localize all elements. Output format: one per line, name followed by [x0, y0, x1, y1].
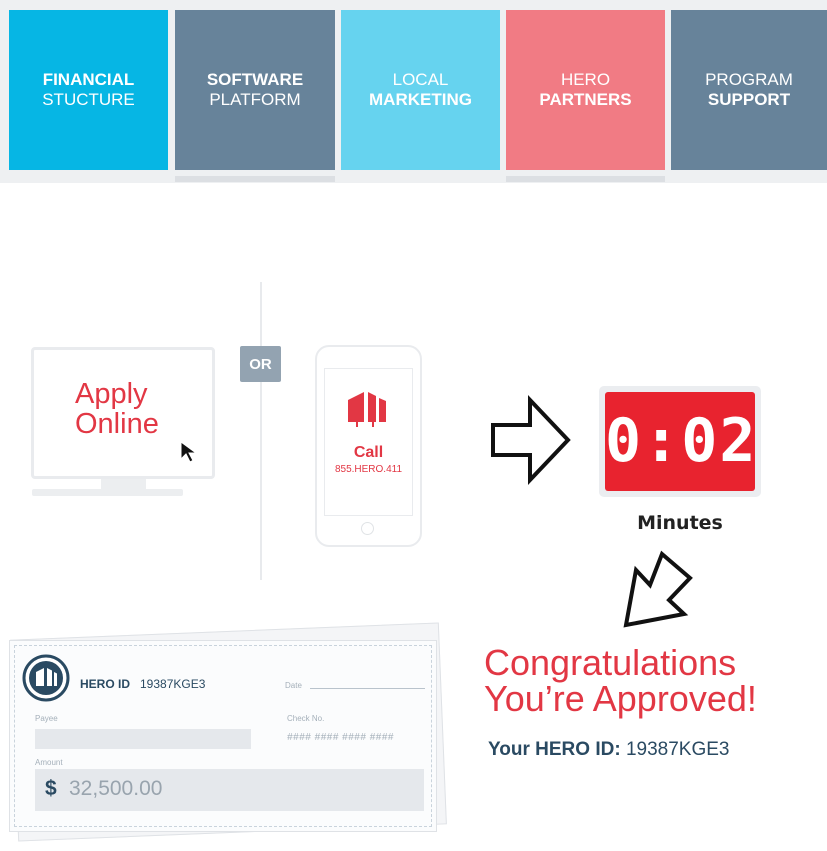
call-number: 855.HERO.411 — [334, 464, 403, 475]
or-badge: OR — [240, 346, 281, 382]
hero-logo-icon — [348, 392, 386, 427]
apply-line1: Apply — [75, 378, 148, 410]
hero-id-label: Your HERO ID: — [488, 739, 621, 760]
check-hero-id-title: HERO ID — [80, 677, 131, 691]
check-hero-id-value: 19387KGE3 — [140, 677, 206, 691]
monitor-base — [32, 489, 183, 496]
your-hero-id: Your HERO ID: 19387KGE3 — [488, 739, 729, 761]
tab-local-line2: MARKETING — [369, 90, 472, 109]
program-nav: FINANCIAL STUCTURE SOFTWARE PLATFORM LOC… — [0, 0, 827, 183]
hero-id-value: 19387KGE3 — [625, 739, 730, 760]
apply-line2: Online — [75, 408, 159, 440]
tab-software-line1: SOFTWARE — [206, 70, 304, 89]
minutes-label: Minutes — [637, 512, 723, 534]
tab-underline-software — [175, 176, 335, 182]
tab-underline-hero — [506, 176, 665, 182]
congratulations-heading: Congratulations You’re Approved! — [484, 645, 814, 717]
congrats-line2: You’re Approved! — [484, 678, 757, 719]
check-amount-label: Amount — [35, 758, 63, 767]
tab-financial-line1: FINANCIAL — [42, 70, 135, 89]
tab-program-line2: SUPPORT — [707, 90, 791, 109]
hero-badge-icon — [22, 654, 70, 702]
monitor-stand — [101, 479, 146, 489]
apply-online-label: Apply Online — [75, 379, 195, 439]
tab-hero-line2: PARTNERS — [539, 90, 632, 109]
tab-hero-line1: HERO — [560, 70, 611, 89]
check-amount-value: 32,500.00 — [69, 777, 163, 800]
phone-home-button — [361, 522, 374, 535]
call-label: Call — [353, 444, 384, 461]
check-number-label: Check No. — [287, 714, 325, 723]
tab-software-platform[interactable]: SOFTWARE PLATFORM — [175, 10, 335, 170]
arrow-right-icon — [491, 395, 571, 485]
tab-local-line1: LOCAL — [392, 70, 449, 89]
tab-program-line1: PROGRAM — [705, 70, 793, 89]
cursor-icon — [180, 441, 198, 463]
arrow-down-left-icon — [623, 550, 693, 628]
check-date-label: Date — [285, 681, 302, 690]
tab-software-line2: PLATFORM — [209, 90, 301, 109]
tab-financial-line2: STUCTURE — [42, 90, 135, 109]
congrats-line1: Congratulations — [484, 642, 737, 683]
tab-program-support[interactable]: PROGRAM SUPPORT — [671, 10, 827, 170]
tab-local-marketing[interactable]: LOCAL MARKETING — [341, 10, 500, 170]
check-date-line — [310, 688, 425, 689]
tab-hero-partners[interactable]: HERO PARTNERS — [506, 10, 665, 170]
check-payee-label: Payee — [35, 714, 58, 723]
check-currency: $ — [45, 777, 57, 800]
tab-financial-structure[interactable]: FINANCIAL STUCTURE — [9, 10, 168, 170]
timer-display: 0:02 — [605, 392, 758, 491]
check-payee-field — [35, 729, 251, 749]
timer-digits: 0:02 — [605, 406, 758, 476]
check-number-value: #### #### #### #### — [287, 732, 394, 743]
or-divider — [260, 282, 262, 580]
